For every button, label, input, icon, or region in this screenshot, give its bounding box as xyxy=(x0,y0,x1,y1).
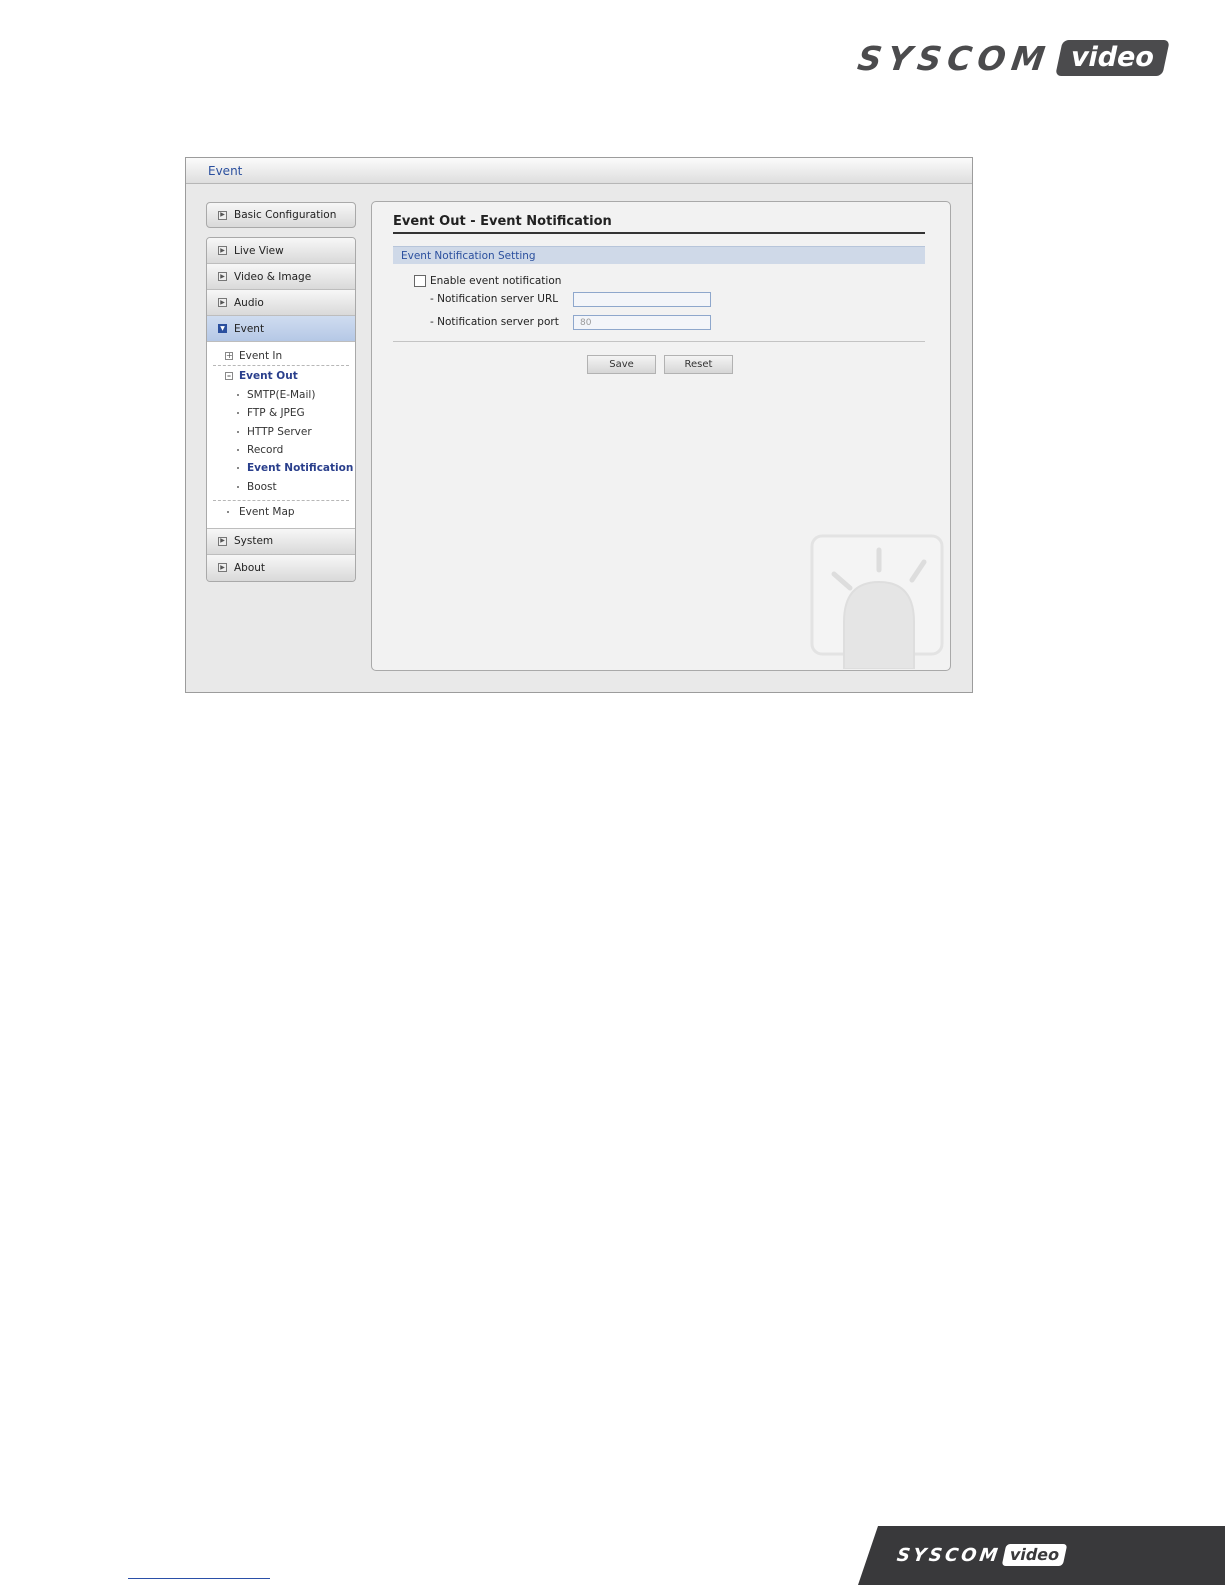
expand-arrow-icon: ▶ xyxy=(218,298,227,307)
subnav-label: Record xyxy=(247,444,284,457)
expand-arrow-icon: ▶ xyxy=(218,210,227,220)
expand-arrow-icon: ▶ xyxy=(218,246,227,255)
sidebar: ▶ Basic Configuration ▶ Live View ▶ Vide… xyxy=(206,202,356,582)
subnav-label: Event In xyxy=(239,349,283,362)
app-window: Event ▶ Basic Configuration ▶ Live View … xyxy=(185,157,973,693)
nav-label: Event xyxy=(234,322,265,335)
event-subnav: + Event In – Event Out SMTP(E-Mail) FTP … xyxy=(207,342,355,529)
subnav-event-in[interactable]: + Event In xyxy=(213,346,349,366)
port-label-text: - Notification server port xyxy=(430,316,559,328)
port-label: - Notification server port xyxy=(430,316,559,328)
nav-video-image[interactable]: ▶ Video & Image xyxy=(207,264,355,290)
url-label-text: - Notification server URL xyxy=(430,293,559,305)
tree-collapse-icon: – xyxy=(225,371,233,380)
expand-arrow-icon: ▶ xyxy=(218,563,227,573)
bullet-icon xyxy=(237,412,239,415)
brand-logo-pill: video xyxy=(1054,40,1170,76)
page-title: Event Out - Event Notification xyxy=(393,214,925,234)
content-panel: Event Out - Event Notification Event Not… xyxy=(371,201,951,671)
nav-label: About xyxy=(234,561,266,574)
enable-notification-row: Enable event notification xyxy=(414,275,561,287)
subnav-label: Event Map xyxy=(239,506,295,519)
collapse-arrow-icon: ▼ xyxy=(218,324,227,333)
enable-notification-label: Enable event notification xyxy=(430,275,562,287)
subnav-label: Event Notification xyxy=(247,462,354,475)
footer-link-underline[interactable] xyxy=(128,1578,270,1579)
url-label: - Notification server URL xyxy=(430,293,558,305)
footer-brand-word: SYSCOM xyxy=(895,1544,1002,1566)
bullet-icon xyxy=(227,511,229,514)
enable-notification-checkbox[interactable] xyxy=(414,275,426,287)
bullet-icon xyxy=(237,449,239,452)
subnav-boost[interactable]: Boost xyxy=(207,477,355,495)
nav-event[interactable]: ▼ Event xyxy=(207,316,355,342)
tree-expand-icon: + xyxy=(225,350,233,360)
nav-basic-configuration[interactable]: ▶ Basic Configuration xyxy=(206,202,356,228)
subnav-label: Event Out xyxy=(239,370,298,382)
nav-audio[interactable]: ▶ Audio xyxy=(207,290,355,316)
bullet-icon xyxy=(237,467,239,470)
subnav-record[interactable]: Record xyxy=(207,441,355,459)
alarm-light-icon xyxy=(810,534,944,669)
notification-url-input[interactable] xyxy=(573,292,711,307)
subnav-event-notification[interactable]: Event Notification xyxy=(207,459,355,477)
window-header: Event xyxy=(186,158,972,184)
bullet-icon xyxy=(237,485,239,488)
subnav-ftp-jpeg[interactable]: FTP & JPEG xyxy=(207,404,355,422)
subnav-event-map[interactable]: Event Map xyxy=(213,499,349,524)
expand-arrow-icon: ▶ xyxy=(218,536,227,546)
expand-arrow-icon: ▶ xyxy=(218,272,227,281)
footer-brand-pill: video xyxy=(1002,1544,1068,1566)
brand-logo-word: SYSCOM xyxy=(855,38,1054,78)
subnav-smtp[interactable]: SMTP(E-Mail) xyxy=(207,386,355,404)
nav-label: Video & Image xyxy=(234,270,312,283)
subnav-label: Boost xyxy=(247,480,277,493)
nav-label: Live View xyxy=(234,244,284,257)
save-button[interactable]: Save xyxy=(587,355,656,374)
section-header: Event Notification Setting xyxy=(393,246,925,264)
nav-label: Audio xyxy=(234,296,264,309)
nav-live-view[interactable]: ▶ Live View xyxy=(207,238,355,264)
subnav-event-out[interactable]: – Event Out xyxy=(207,366,355,386)
nav-about[interactable]: ▶ About xyxy=(207,554,355,581)
notification-port-input[interactable] xyxy=(573,315,711,330)
nav-label: System xyxy=(234,535,274,548)
nav-group: ▶ Live View ▶ Video & Image ▶ Audio ▼ Ev… xyxy=(206,237,356,582)
subnav-label: HTTP Server xyxy=(247,425,312,438)
nav-system[interactable]: ▶ System xyxy=(207,528,355,555)
divider xyxy=(393,341,925,342)
bullet-icon xyxy=(237,394,239,397)
reset-button[interactable]: Reset xyxy=(664,355,733,374)
subnav-label: SMTP(E-Mail) xyxy=(247,389,316,402)
brand-logo: SYSCOM video xyxy=(855,38,1170,78)
footer-brand-logo: SYSCOM video xyxy=(895,1540,1068,1570)
bullet-icon xyxy=(237,430,239,433)
subnav-label: FTP & JPEG xyxy=(247,407,305,420)
nav-label: Basic Configuration xyxy=(234,209,337,221)
subnav-http-server[interactable]: HTTP Server xyxy=(207,423,355,441)
